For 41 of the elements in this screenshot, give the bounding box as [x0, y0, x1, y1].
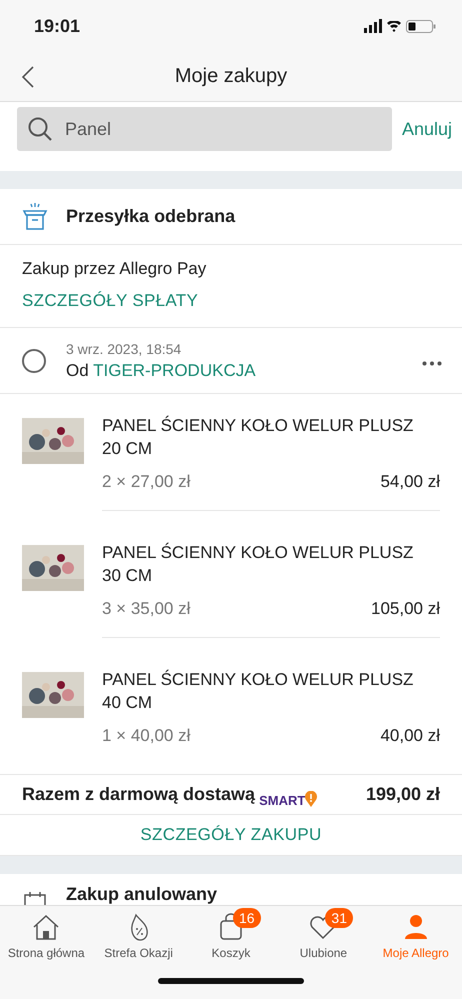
tab-bar-item[interactable]: Strefa Okazji	[92, 906, 185, 960]
select-radio[interactable]	[22, 348, 46, 373]
tab-bar-item[interactable]: Strona główna	[0, 906, 92, 960]
count-badge: 16	[233, 908, 261, 928]
product-name: PANEL ŚCIENNY KOŁO WELUR PLUSZ 20 CM	[102, 414, 414, 460]
home-icon	[31, 912, 62, 942]
order-total: 199,00 zł	[366, 784, 440, 806]
shipment-status: Przesyłka odebrana	[66, 206, 236, 228]
order-status: Zakup anulowany	[66, 884, 218, 905]
seller-link[interactable]: TIGER-PRODUKCJA	[93, 360, 256, 380]
tab-bar-item[interactable]: Moje Allegro	[370, 906, 462, 960]
count-badge: 31	[325, 908, 353, 928]
tab-bar-item[interactable]: Koszyk 16	[184, 906, 278, 960]
smart-logo: SMART	[259, 793, 306, 808]
page-title: Moje zakupy	[174, 65, 288, 88]
payment-method: Zakup przez Allegro Pay	[22, 259, 208, 280]
battery-icon	[406, 20, 436, 32]
order-date: 3 wrz. 2023, 18:54	[66, 340, 182, 357]
more-icon	[422, 361, 442, 366]
wifi-icon	[387, 20, 401, 32]
chevron-left-icon	[22, 66, 34, 88]
payment-details-link[interactable]: SZCZEGÓŁY SPŁATY	[22, 291, 440, 312]
quantity-price: 2 × 27,00 zł	[102, 472, 190, 492]
total-label: Razem z darmową dostawą	[22, 784, 256, 806]
pin-icon	[305, 791, 318, 808]
calendar-icon	[22, 891, 48, 905]
box-icon	[22, 202, 48, 231]
product-name: PANEL ŚCIENNY KOŁO WELUR PLUSZ 30 CM	[102, 542, 414, 588]
status-time: 19:01	[34, 16, 80, 36]
seller-line: Od TIGER-PRODUKCJA	[66, 360, 257, 381]
item-total: 40,00 zł	[380, 726, 440, 746]
cancel-button[interactable]: Anuluj	[402, 118, 452, 140]
item-total: 54,00 zł	[380, 472, 440, 492]
tab-bar-item[interactable]: Ulubione 31	[277, 906, 370, 960]
product-name: PANEL ŚCIENNY KOŁO WELUR PLUSZ 40 CM	[102, 668, 414, 714]
signal-icon	[364, 19, 382, 33]
item-total: 105,00 zł	[371, 599, 440, 620]
search-icon	[27, 116, 53, 142]
quantity-price: 1 × 40,00 zł	[102, 726, 190, 746]
search-field[interactable]: Panel	[17, 107, 392, 151]
quantity-price: 3 × 35,00 zł	[102, 599, 190, 620]
